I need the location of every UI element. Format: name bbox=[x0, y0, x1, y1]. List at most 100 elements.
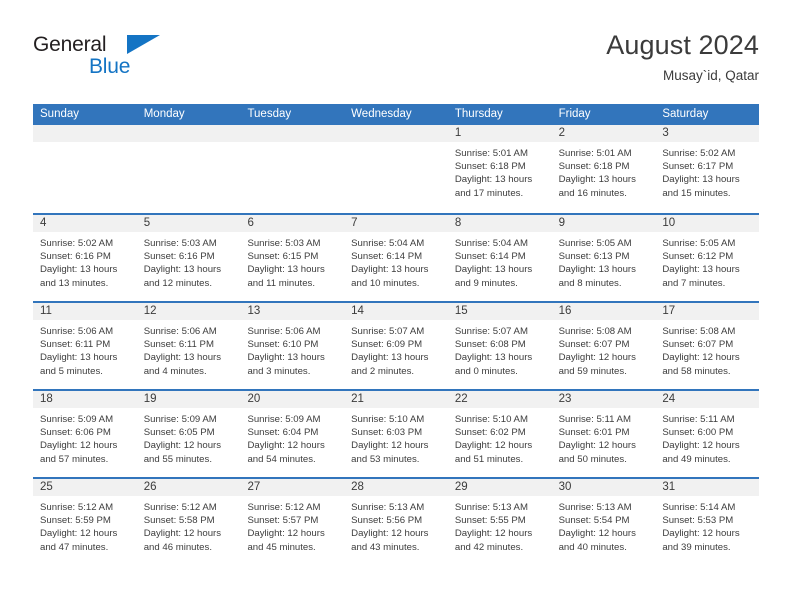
day-sun-info: Sunrise: 5:10 AM Sunset: 6:03 PM Daylight:… bbox=[344, 408, 448, 466]
calendar-day-cell[interactable]: 16 Sunrise: 5:08 AM Sunset: 6:07 PM Dayligh… bbox=[551, 303, 656, 389]
day-sun-info: Sunrise: 5:05 AM Sunset: 6:12 PM Daylight:… bbox=[655, 232, 759, 290]
calendar-day-cell[interactable]: 29 Sunrise: 5:13 AM Sunset: 5:55 PM Dayligh… bbox=[447, 479, 552, 565]
calendar-day-cell[interactable]: 12 Sunrise: 5:06 AM Sunset: 6:11 PM Dayligh… bbox=[136, 303, 241, 389]
calendar-day-cell[interactable]: 30 Sunrise: 5:13 AM Sunset: 5:54 PM Dayligh… bbox=[551, 479, 656, 565]
sunrise-time: Sunrise: 5:08 AM bbox=[662, 326, 736, 337]
day-number: 10 bbox=[655, 215, 760, 232]
sunrise-time: Sunrise: 5:09 AM bbox=[247, 414, 321, 425]
daylight-duration-line1: Daylight: 12 hours bbox=[662, 528, 740, 540]
sunrise-time: Sunrise: 5:13 AM bbox=[454, 502, 528, 513]
day-sun-info: Sunrise: 5:01 AM Sunset: 6:18 PM Daylight:… bbox=[448, 142, 552, 200]
weekday-header-sunday: Sunday bbox=[40, 108, 80, 120]
daylight-duration-line2: and 8 minutes. bbox=[558, 277, 622, 289]
sunset-time: Sunset: 5:59 PM bbox=[40, 515, 111, 527]
calendar-day-cell[interactable]: 11 Sunrise: 5:06 AM Sunset: 6:11 PM Dayligh… bbox=[33, 303, 137, 389]
daylight-duration-line1: Daylight: 13 hours bbox=[143, 352, 222, 364]
weekday-header-friday: Friday bbox=[558, 108, 591, 120]
sunrise-time: Sunrise: 5:04 AM bbox=[351, 238, 425, 249]
sunrise-time: Sunrise: 5:12 AM bbox=[40, 502, 114, 513]
sunrise-time: Sunrise: 5:02 AM bbox=[662, 148, 736, 159]
day-number: 22 bbox=[447, 391, 552, 408]
calendar-day-cell[interactable]: 2 Sunrise: 5:01 AM Sunset: 6:18 PM Daylight… bbox=[551, 125, 656, 213]
sunset-time: Sunset: 6:04 PM bbox=[247, 427, 319, 439]
calendar-day-cell[interactable]: 8 Sunrise: 5:04 AM Sunset: 6:14 PM Daylight… bbox=[447, 215, 552, 301]
sunset-time: Sunset: 6:08 PM bbox=[454, 339, 526, 351]
daylight-duration-line1: Daylight: 12 hours bbox=[454, 440, 533, 452]
daylight-duration-line2: and 40 minutes. bbox=[558, 541, 627, 553]
day-sun-info: Sunrise: 5:03 AM Sunset: 6:16 PM Daylight:… bbox=[137, 232, 241, 290]
sunset-time: Sunset: 6:11 PM bbox=[40, 339, 111, 351]
calendar-day-cell-empty bbox=[240, 125, 345, 213]
daylight-duration-line1: Daylight: 13 hours bbox=[40, 264, 118, 276]
calendar-day-cell[interactable]: 4 Sunrise: 5:02 AM Sunset: 6:16 PM Daylight… bbox=[33, 215, 137, 301]
daylight-duration-line1: Daylight: 13 hours bbox=[247, 352, 325, 364]
day-number bbox=[136, 125, 241, 142]
sunrise-time: Sunrise: 5:14 AM bbox=[662, 502, 736, 513]
daylight-duration-line2: and 51 minutes. bbox=[454, 453, 524, 465]
sunset-time: Sunset: 5:54 PM bbox=[558, 515, 630, 527]
day-number: 21 bbox=[344, 391, 448, 408]
calendar-day-cell[interactable]: 21 Sunrise: 5:10 AM Sunset: 6:03 PM Dayligh… bbox=[344, 391, 448, 477]
daylight-duration-line2: and 49 minutes. bbox=[662, 453, 731, 465]
calendar-day-cell[interactable]: 22 Sunrise: 5:10 AM Sunset: 6:02 PM Dayligh… bbox=[447, 391, 552, 477]
generalblue-logo[interactable]: General Blue bbox=[33, 34, 253, 86]
calendar-day-cell[interactable]: 10 Sunrise: 5:05 AM Sunset: 6:12 PM Dayligh… bbox=[655, 215, 760, 301]
day-sun-info: Sunrise: 5:06 AM Sunset: 6:11 PM Daylight:… bbox=[33, 320, 137, 378]
calendar-day-cell[interactable]: 20 Sunrise: 5:09 AM Sunset: 6:04 PM Dayligh… bbox=[240, 391, 345, 477]
daylight-duration-line1: Daylight: 13 hours bbox=[351, 352, 429, 364]
day-sun-info: Sunrise: 5:02 AM Sunset: 6:17 PM Daylight:… bbox=[655, 142, 759, 200]
calendar-day-cell[interactable]: 24 Sunrise: 5:11 AM Sunset: 6:00 PM Dayligh… bbox=[655, 391, 760, 477]
calendar-day-cell[interactable]: 9 Sunrise: 5:05 AM Sunset: 6:13 PM Daylight… bbox=[551, 215, 656, 301]
daylight-duration-line2: and 43 minutes. bbox=[351, 541, 420, 553]
day-sun-info: Sunrise: 5:12 AM Sunset: 5:57 PM Daylight:… bbox=[240, 496, 344, 554]
calendar-day-cell-empty bbox=[33, 125, 137, 213]
calendar-day-cell[interactable]: 13 Sunrise: 5:06 AM Sunset: 6:10 PM Dayligh… bbox=[240, 303, 345, 389]
calendar-day-cell[interactable]: 6 Sunrise: 5:03 AM Sunset: 6:15 PM Daylight… bbox=[240, 215, 345, 301]
page-title: August 2024 bbox=[606, 30, 759, 60]
calendar-week-row: 25 Sunrise: 5:12 AM Sunset: 5:59 PM Dayligh… bbox=[33, 477, 760, 565]
calendar-day-cell[interactable]: 14 Sunrise: 5:07 AM Sunset: 6:09 PM Dayligh… bbox=[344, 303, 448, 389]
daylight-duration-line1: Daylight: 12 hours bbox=[662, 440, 740, 452]
calendar-day-cell[interactable]: 18 Sunrise: 5:09 AM Sunset: 6:06 PM Dayligh… bbox=[33, 391, 137, 477]
calendar-day-cell[interactable]: 15 Sunrise: 5:07 AM Sunset: 6:08 PM Dayligh… bbox=[447, 303, 552, 389]
daylight-duration-line1: Daylight: 12 hours bbox=[143, 528, 222, 540]
calendar-day-cell[interactable]: 28 Sunrise: 5:13 AM Sunset: 5:56 PM Dayligh… bbox=[344, 479, 448, 565]
daylight-duration-line2: and 12 minutes. bbox=[143, 277, 212, 289]
sunrise-time: Sunrise: 5:07 AM bbox=[454, 326, 528, 337]
daylight-duration-line1: Daylight: 12 hours bbox=[143, 440, 222, 452]
sunrise-time: Sunrise: 5:08 AM bbox=[558, 326, 632, 337]
daylight-duration-line1: Daylight: 12 hours bbox=[351, 440, 429, 452]
calendar-day-cell[interactable]: 5 Sunrise: 5:03 AM Sunset: 6:16 PM Daylight… bbox=[136, 215, 241, 301]
day-number: 5 bbox=[136, 215, 241, 232]
calendar-day-cell[interactable]: 17 Sunrise: 5:08 AM Sunset: 6:07 PM Dayligh… bbox=[655, 303, 760, 389]
daylight-duration-line2: and 58 minutes. bbox=[662, 365, 731, 377]
daylight-duration-line1: Daylight: 12 hours bbox=[40, 528, 118, 540]
day-number: 20 bbox=[240, 391, 345, 408]
sunset-time: Sunset: 6:07 PM bbox=[558, 339, 630, 351]
calendar-page: General Blue August 2024 Musay`id, Qatar… bbox=[0, 0, 792, 612]
sunset-time: Sunset: 6:11 PM bbox=[143, 339, 214, 351]
logo-text-blue: Blue bbox=[89, 55, 131, 78]
day-number: 16 bbox=[551, 303, 656, 320]
calendar-day-cell[interactable]: 3 Sunrise: 5:02 AM Sunset: 6:17 PM Daylight… bbox=[655, 125, 760, 213]
calendar-day-cell[interactable]: 1 Sunrise: 5:01 AM Sunset: 6:18 PM Daylight… bbox=[447, 125, 552, 213]
sunset-time: Sunset: 6:17 PM bbox=[662, 161, 734, 173]
sunset-time: Sunset: 6:06 PM bbox=[40, 427, 111, 439]
calendar-day-cell[interactable]: 23 Sunrise: 5:11 AM Sunset: 6:01 PM Dayligh… bbox=[551, 391, 656, 477]
daylight-duration-line2: and 10 minutes. bbox=[351, 277, 420, 289]
sunrise-time: Sunrise: 5:10 AM bbox=[454, 414, 528, 425]
day-number bbox=[33, 125, 137, 142]
calendar-day-cell[interactable]: 26 Sunrise: 5:12 AM Sunset: 5:58 PM Dayligh… bbox=[136, 479, 241, 565]
calendar-day-cell[interactable]: 31 Sunrise: 5:14 AM Sunset: 5:53 PM Dayligh… bbox=[655, 479, 760, 565]
calendar-day-cell[interactable]: 25 Sunrise: 5:12 AM Sunset: 5:59 PM Dayligh… bbox=[33, 479, 137, 565]
day-sun-info: Sunrise: 5:07 AM Sunset: 6:09 PM Daylight:… bbox=[344, 320, 448, 378]
calendar-day-cell[interactable]: 7 Sunrise: 5:04 AM Sunset: 6:14 PM Daylight… bbox=[344, 215, 448, 301]
day-number: 7 bbox=[344, 215, 448, 232]
calendar-day-cell[interactable]: 19 Sunrise: 5:09 AM Sunset: 6:05 PM Dayligh… bbox=[136, 391, 241, 477]
calendar-day-cell[interactable]: 27 Sunrise: 5:12 AM Sunset: 5:57 PM Dayligh… bbox=[240, 479, 345, 565]
title-block: August 2024 Musay`id, Qatar bbox=[606, 28, 759, 86]
sunrise-time: Sunrise: 5:10 AM bbox=[351, 414, 425, 425]
daylight-duration-line2: and 47 minutes. bbox=[40, 541, 109, 553]
weekday-header-saturday: Saturday bbox=[662, 108, 709, 120]
sunrise-time: Sunrise: 5:12 AM bbox=[247, 502, 321, 513]
